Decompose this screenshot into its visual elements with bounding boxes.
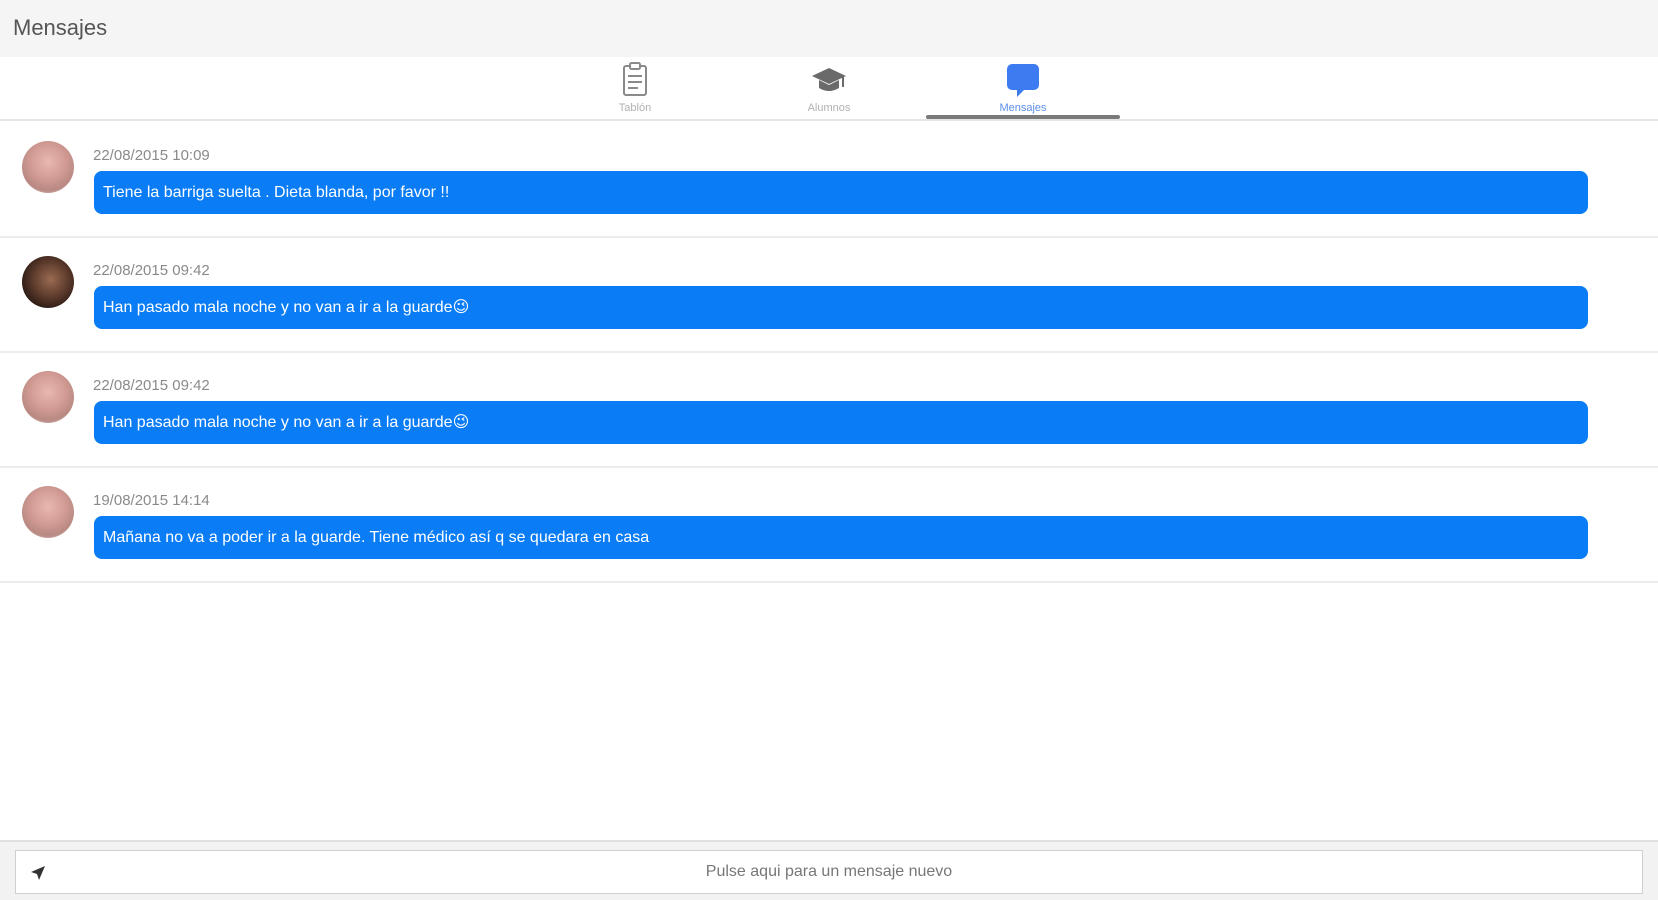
compose-bar: Pulse aqui para un mensaje nuevo — [0, 840, 1658, 900]
message-bubble: Han pasado mala noche y no van a ir a la… — [94, 286, 1588, 329]
tab-mensajes[interactable]: Mensajes — [926, 57, 1120, 121]
page-title: Mensajes — [13, 15, 108, 40]
avatar — [22, 486, 74, 538]
avatar — [22, 256, 74, 308]
clipboard-icon — [623, 62, 647, 96]
avatar — [22, 371, 74, 423]
message-list: 22/08/2015 10:09 Tiene la barriga suelta… — [0, 123, 1658, 583]
avatar — [22, 141, 74, 193]
tab-bar: Tablón Alumnos Mensajes — [0, 57, 1658, 121]
message-item[interactable]: 19/08/2015 14:14 Mañana no va a poder ir… — [0, 468, 1658, 583]
tab-label: Mensajes — [999, 102, 1047, 114]
message-timestamp: 22/08/2015 10:09 — [93, 147, 210, 164]
tab-tablon[interactable]: Tablón — [538, 57, 732, 121]
tab-label: Alumnos — [807, 102, 851, 114]
message-bubble: Han pasado mala noche y no van a ir a la… — [94, 401, 1588, 444]
active-tab-indicator — [926, 115, 1120, 119]
message-timestamp: 19/08/2015 14:14 — [93, 492, 210, 509]
tab-alumnos[interactable]: Alumnos — [732, 57, 926, 121]
new-message-placeholder: Pulse aqui para un mensaje nuevo — [705, 863, 953, 880]
new-message-field[interactable]: Pulse aqui para un mensaje nuevo — [15, 850, 1643, 894]
message-item[interactable]: 22/08/2015 09:42 Han pasado mala noche y… — [0, 238, 1658, 353]
message-timestamp: 22/08/2015 09:42 — [93, 262, 210, 279]
message-item[interactable]: 22/08/2015 10:09 Tiene la barriga suelta… — [0, 123, 1658, 238]
graduation-cap-icon — [812, 68, 846, 91]
chat-bubble-icon — [1007, 64, 1039, 97]
message-bubble: Mañana no va a poder ir a la guarde. Tie… — [94, 516, 1588, 559]
tab-label: Tablón — [618, 102, 652, 114]
message-item[interactable]: 22/08/2015 09:42 Han pasado mala noche y… — [0, 353, 1658, 468]
message-bubble: Tiene la barriga suelta . Dieta blanda, … — [94, 171, 1588, 214]
message-timestamp: 22/08/2015 09:42 — [93, 377, 210, 394]
app-header: Mensajes — [0, 0, 1658, 57]
